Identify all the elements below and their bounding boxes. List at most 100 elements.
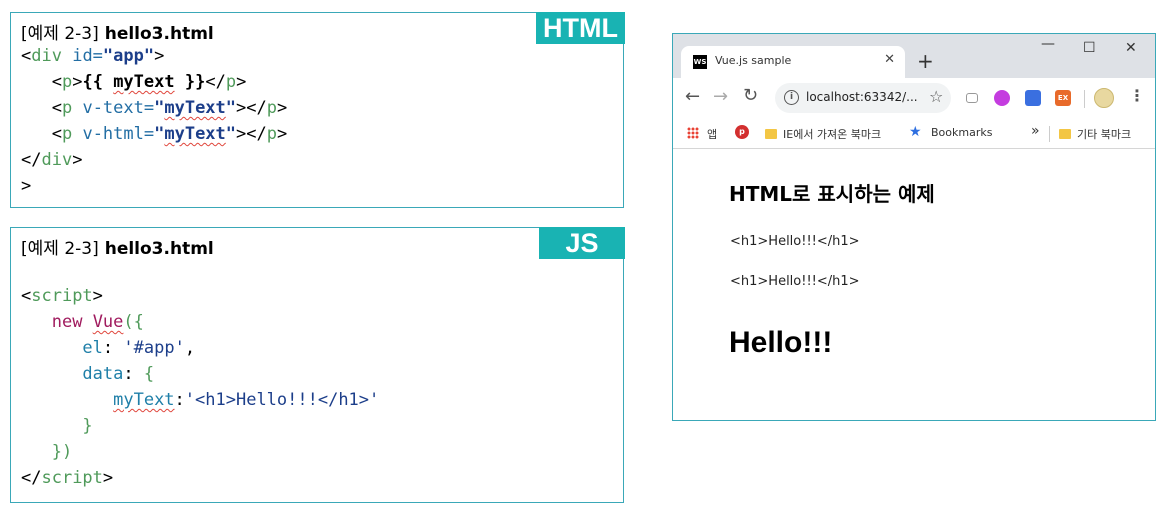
code-token: p (266, 98, 277, 118)
code-token: < (21, 46, 32, 66)
code-token: myText (113, 72, 175, 92)
code-token: '<h1>Hello!!!</h1>' (184, 390, 380, 410)
js-panel-title: [예제 2-3] hello3.html (21, 234, 214, 259)
code-line: <p v-html="myText"></p> (21, 121, 288, 147)
title-filename: hello3.html (104, 24, 214, 44)
code-line: <p v-text="myText"></p> (21, 95, 288, 121)
code-line: <p>{{ myText }}</p> (21, 69, 287, 95)
code-token: " (225, 98, 237, 118)
bookmarks-star-icon: ★ (909, 124, 922, 140)
code-token: </ (21, 468, 42, 488)
code-line: new Vue({ (21, 309, 379, 335)
code-token: id= (61, 46, 103, 66)
title-prefix: [예제 2-3] (21, 239, 99, 259)
code-token: </ (21, 150, 42, 170)
code-token: < (51, 98, 62, 118)
bookmark-label: IE에서 가져온 북마크 (783, 128, 882, 141)
pinterest-bookmark-icon[interactable]: p (735, 125, 749, 139)
folder-icon (1059, 129, 1071, 139)
code-line: <script> (21, 283, 379, 309)
minimize-button[interactable]: — (1041, 36, 1055, 52)
code-token: < (51, 72, 62, 92)
browser-tab[interactable]: WS Vue.js sample ✕ (681, 46, 905, 78)
code-token: p (61, 124, 73, 144)
code-line: el: '#app', (21, 335, 379, 361)
close-window-button[interactable]: ✕ (1125, 40, 1137, 56)
address-bar[interactable]: i localhost:63342/... ☆ (775, 83, 951, 113)
code-token: script (31, 286, 93, 306)
code-token: > (92, 286, 103, 306)
code-line: myText:'<h1>Hello!!!</h1>' (21, 387, 379, 413)
code-token: Vue (92, 312, 124, 332)
site-info-icon[interactable]: i (784, 90, 799, 105)
code-token: '#app' (123, 338, 185, 358)
code-token: "app" (102, 46, 155, 66)
code-token: < (21, 286, 32, 306)
code-token: </ (205, 72, 226, 92)
code-token: > (277, 124, 288, 144)
code-token: myText (113, 390, 175, 410)
bookmark-ie-folder[interactable]: IE에서 가져온 북마크 (765, 126, 881, 142)
orange-extension-icon[interactable]: EX (1055, 90, 1071, 106)
code-token: : (174, 390, 185, 410)
more-bookmarks-button[interactable]: » (1031, 123, 1040, 139)
code-token: > (72, 72, 83, 92)
url-text[interactable]: localhost:63342/... (806, 90, 918, 104)
tab-title: Vue.js sample (715, 54, 792, 67)
bookmark-apps[interactable]: 앱 (707, 126, 717, 142)
code-line: > (21, 173, 287, 199)
code-token: p (266, 124, 277, 144)
browser-titlebar: WS Vue.js sample ✕ + — ☐ ✕ (673, 34, 1155, 78)
code-token: : (102, 338, 124, 358)
code-token: div (41, 150, 73, 170)
code-token: < (51, 124, 62, 144)
forward-button[interactable]: → (713, 86, 728, 107)
apps-grid-icon[interactable] (687, 127, 699, 139)
code-line: </script> (21, 465, 379, 491)
code-line: } (21, 413, 379, 439)
code-token: script (41, 468, 103, 488)
browser-window: WS Vue.js sample ✕ + — ☐ ✕ ← → ↻ i local… (672, 33, 1156, 421)
code-token: : (123, 364, 144, 384)
code-token: ></ (236, 98, 267, 118)
bookmark-bookmarks[interactable]: Bookmarks (931, 126, 992, 139)
code-token: data (82, 364, 124, 384)
code-token: div (31, 46, 62, 66)
purple-extension-icon[interactable] (994, 90, 1010, 106)
bookmark-other-folder[interactable]: 기타 북마크 (1059, 126, 1131, 142)
v-html-heading: Hello!!! (729, 326, 833, 359)
code-token: p (225, 72, 237, 92)
tab-close-icon[interactable]: ✕ (884, 52, 895, 67)
code-token: p (61, 98, 73, 118)
back-button[interactable]: ← (685, 86, 700, 107)
code-token: ({ (123, 312, 144, 332)
code-line: }) (21, 439, 379, 465)
code-token: > (277, 98, 288, 118)
code-token: } (82, 416, 93, 436)
maximize-button[interactable]: ☐ (1083, 40, 1096, 56)
page-heading: HTML로 표시하는 예제 (729, 182, 935, 206)
code-token: " (154, 98, 165, 118)
code-token: { (143, 364, 155, 384)
bookmark-star-icon[interactable]: ☆ (929, 87, 943, 106)
cast-extension-icon[interactable] (966, 93, 978, 103)
blue-extension-icon[interactable] (1025, 90, 1041, 106)
code-line: data: { (21, 361, 379, 387)
code-token: }} (174, 72, 206, 92)
reload-button[interactable]: ↻ (743, 85, 758, 106)
new-tab-button[interactable]: + (917, 49, 934, 73)
code-token: ></ (236, 124, 267, 144)
code-token: , (184, 338, 196, 358)
profile-avatar[interactable] (1094, 88, 1114, 108)
webstorm-favicon-icon: WS (693, 55, 707, 69)
menu-icon[interactable]: ⋮ (1129, 86, 1145, 105)
code-token: myText (164, 98, 226, 118)
